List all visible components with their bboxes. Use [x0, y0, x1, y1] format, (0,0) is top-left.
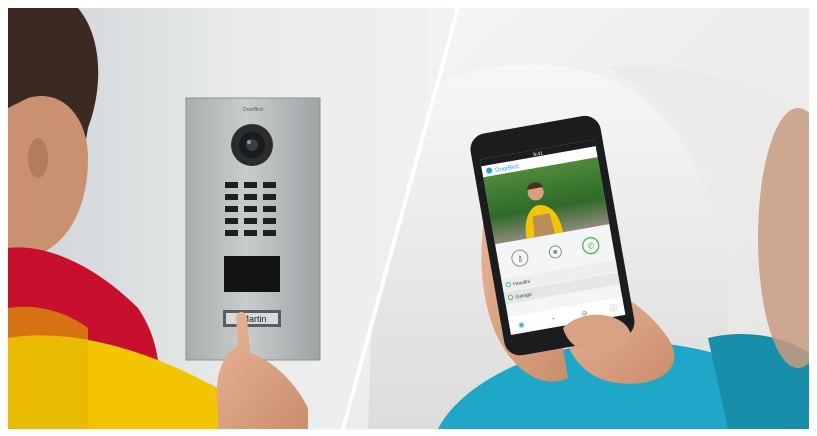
photo-frame: DoorBird Martin 9:41 DoorBird ⚷ ✆ Houdin… [8, 8, 809, 429]
keypad-slot [244, 218, 257, 224]
doorbell-panel: DoorBird Martin [185, 97, 321, 361]
keypad-slot [244, 230, 257, 236]
keypad-slot [263, 194, 276, 200]
keypad-slot [263, 218, 276, 224]
keypad-slot [244, 182, 257, 188]
keypad-slot [225, 206, 238, 212]
keypad-slot [244, 206, 257, 212]
keypad-slot [225, 182, 238, 188]
keypad-slot [263, 230, 276, 236]
doorbell-brand-label: DoorBird [243, 107, 263, 113]
keypad-slot [225, 230, 238, 236]
keypad-slot [263, 206, 276, 212]
keypad-slot [263, 182, 276, 188]
composite-photo: DoorBird Martin 9:41 DoorBird ⚷ ✆ Houdin… [8, 8, 809, 429]
info-tab-icon[interactable]: ⓘ [610, 304, 618, 313]
keypad-slot [244, 194, 257, 200]
display-window [224, 256, 280, 292]
keypad-slot [225, 218, 238, 224]
keypad-slot [225, 194, 238, 200]
wifi-tab-icon[interactable]: ◉ [518, 321, 525, 329]
